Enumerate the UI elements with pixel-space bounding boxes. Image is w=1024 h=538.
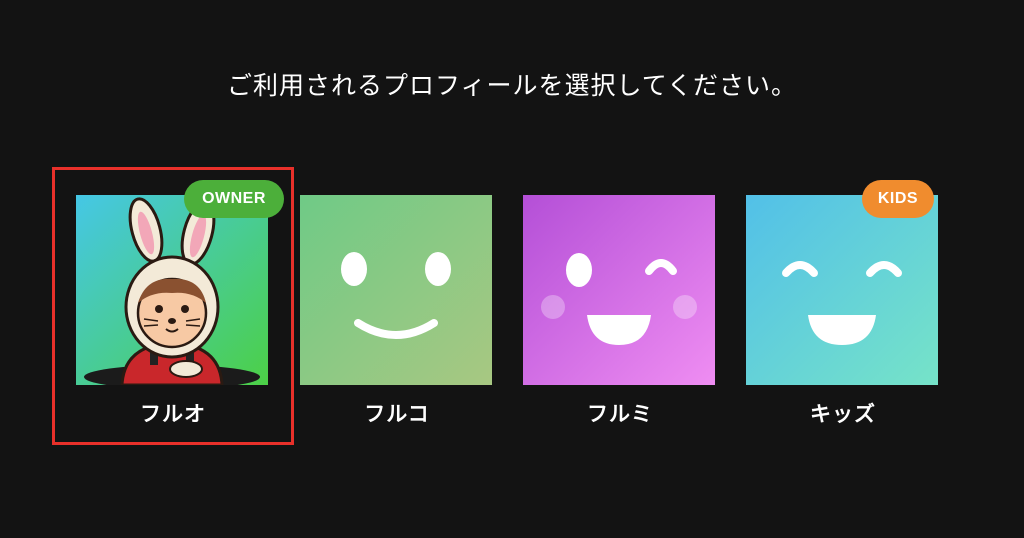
kids-badge: KIDS — [862, 180, 934, 218]
profile-name: フルコ — [364, 402, 430, 426]
winking-face-icon — [523, 195, 715, 385]
profile-name: フルミ — [587, 402, 653, 426]
profile-select-screen: ご利用されるプロフィールを選択してください。 OWNER フルオ フルコ フルミ… — [0, 0, 1024, 538]
profile-list: OWNER フルオ フルコ フルミ KIDS キッズ — [0, 167, 1024, 450]
profile-card-furuko[interactable]: フルコ — [279, 170, 515, 442]
profile-card-furumi[interactable]: フルミ — [502, 170, 738, 442]
profile-card-furuo[interactable]: OWNER フルオ — [52, 167, 294, 445]
profile-name: キッズ — [810, 402, 876, 426]
profile-card-kids[interactable]: KIDS キッズ — [725, 170, 961, 442]
happy-face-icon — [746, 195, 938, 385]
owner-badge: OWNER — [184, 180, 284, 218]
page-title: ご利用されるプロフィールを選択してください。 — [226, 71, 797, 100]
rabbit-hood-character-icon — [76, 195, 268, 385]
profile-name: フルオ — [140, 402, 206, 426]
smiling-face-icon — [300, 195, 492, 385]
